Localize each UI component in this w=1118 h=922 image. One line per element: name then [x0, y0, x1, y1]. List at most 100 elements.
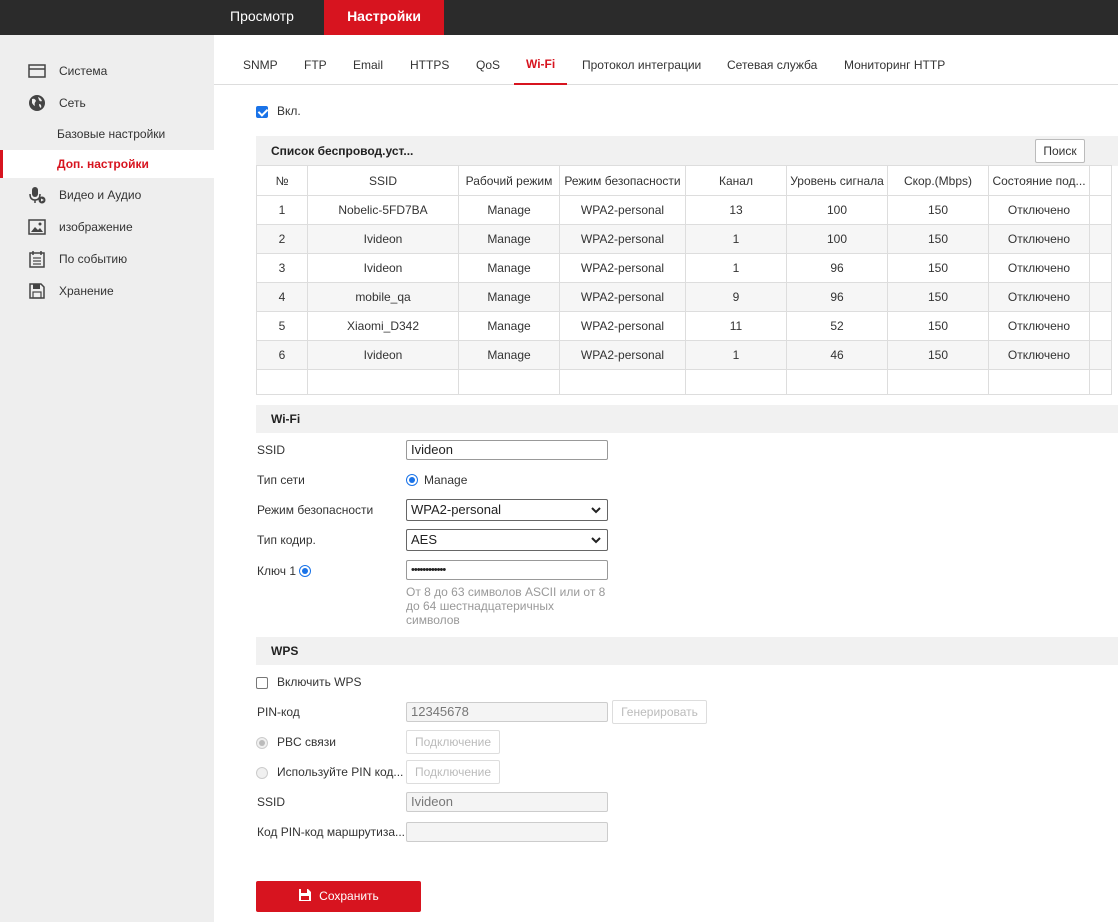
table-cell: 6	[256, 340, 308, 370]
wireless-list-title: Список беспровод.уст...	[271, 144, 414, 158]
table-cell: Manage	[458, 195, 560, 225]
table-cell: 13	[685, 195, 787, 225]
sidebar-item-label: Хранение	[59, 284, 114, 298]
table-cell: 46	[786, 340, 888, 370]
sidebar-item-network[interactable]: Сеть	[0, 88, 214, 118]
network-type-manage-radio[interactable]	[406, 474, 418, 486]
encryption-type-label: Тип кодир.	[257, 533, 316, 547]
table-cell: Manage	[458, 340, 560, 370]
network-type-label: Тип сети	[257, 473, 305, 487]
tab-email[interactable]: Email	[353, 58, 383, 72]
pin-connect-button[interactable]: Подключение	[406, 760, 500, 784]
table-cell: 150	[887, 224, 989, 254]
wps-ssid-label: SSID	[257, 795, 286, 809]
network-type-value: Manage	[424, 473, 468, 487]
table-cell: WPA2-personal	[559, 195, 686, 225]
pin-code-label: PIN-код	[257, 705, 300, 719]
wps-ssid-input[interactable]: Ivideon	[406, 792, 608, 812]
table-cell: Отключено	[988, 224, 1090, 254]
chevron-down-icon	[591, 507, 601, 514]
table-cell: 100	[786, 224, 888, 254]
column-header: Режим безопасности	[559, 165, 686, 196]
table-cell: Отключено	[988, 311, 1090, 341]
table-cell: 1	[685, 224, 787, 254]
table-row[interactable]: 2 Ivideon Manage WPA2-personal 1 100 150 Отключ…	[256, 224, 1112, 254]
pin-code-input[interactable]: 12345678	[406, 702, 608, 722]
table-cell: 1	[685, 253, 787, 283]
security-mode-value: WPA2-personal	[411, 502, 502, 517]
router-pin-input[interactable]	[406, 822, 608, 842]
key1-radio[interactable]	[299, 565, 311, 577]
tab-ftp[interactable]: FTP	[304, 58, 327, 72]
tab-network-service[interactable]: Сетевая служба	[727, 58, 817, 72]
wps-section-header: WPS	[256, 637, 1118, 665]
table-cell: Отключено	[988, 282, 1090, 312]
enable-wifi-checkbox[interactable]	[256, 106, 268, 118]
table-cell: 150	[887, 311, 989, 341]
column-header: №	[256, 165, 308, 196]
wps-section-title: WPS	[271, 644, 299, 658]
pbc-radio[interactable]	[256, 737, 268, 749]
table-row[interactable]: 5 Xiaomi_D342 Manage WPA2-personal 11 52 150 От…	[256, 311, 1112, 341]
chevron-down-icon	[591, 537, 601, 544]
table-cell	[559, 369, 686, 395]
image-icon	[28, 219, 46, 235]
table-cell	[887, 369, 989, 395]
table-cell: mobile_qa	[307, 282, 459, 312]
active-tab-underline	[514, 83, 567, 85]
table-cell: Manage	[458, 224, 560, 254]
table-row[interactable]: 1 Nobelic-5FD7BA Manage WPA2-personal 13 100 1…	[256, 195, 1112, 225]
table-row[interactable]: 4 mobile_qa Manage WPA2-personal 9 96 150 Отклю…	[256, 282, 1112, 312]
table-cell: 1	[256, 195, 308, 225]
sidebar-item-storage[interactable]: Хранение	[0, 276, 214, 306]
table-row[interactable]: 6 Ivideon Manage WPA2-personal 1 46 150 Отключе…	[256, 340, 1112, 370]
table-cell	[685, 369, 787, 395]
ssid-input[interactable]: Ivideon	[406, 440, 608, 460]
table-cell: WPA2-personal	[559, 311, 686, 341]
tab-snmp[interactable]: SNMP	[243, 58, 278, 72]
pbc-connect-button[interactable]: Подключение	[406, 730, 500, 754]
table-cell: Xiaomi_D342	[307, 311, 459, 341]
table-row[interactable]: 3 Ivideon Manage WPA2-personal 1 96 150 Отключе…	[256, 253, 1112, 283]
sidebar-item-label: Система	[59, 64, 108, 78]
table-cell: 11	[685, 311, 787, 341]
sidebar-item-image[interactable]: изображение	[0, 212, 214, 242]
table-cell: WPA2-personal	[559, 224, 686, 254]
tab-http-monitoring[interactable]: Мониторинг HTTP	[844, 58, 945, 72]
table-cell: Nobelic-5FD7BA	[307, 195, 459, 225]
use-pin-radio[interactable]	[256, 767, 268, 779]
tab-integration-protocol[interactable]: Протокол интеграции	[582, 58, 701, 72]
wireless-list-table: № SSID Рабочий режим Режим безопасности Кана…	[256, 165, 1112, 395]
table-cell: 1	[685, 340, 787, 370]
tab-wifi[interactable]: Wi-Fi	[526, 57, 555, 71]
save-button[interactable]: Сохранить	[256, 881, 421, 912]
table-cell: WPA2-personal	[559, 282, 686, 312]
nav-settings[interactable]: Настройки	[324, 0, 444, 35]
tab-https[interactable]: HTTPS	[410, 58, 449, 72]
column-header: SSID	[307, 165, 459, 196]
table-cell: Отключено	[988, 195, 1090, 225]
table-cell: 9	[685, 282, 787, 312]
floppy-icon	[29, 283, 45, 299]
enable-wifi-label: Вкл.	[277, 104, 301, 118]
enable-wps-checkbox[interactable]	[256, 677, 268, 689]
key-hint: От 8 до 63 символов ASCII или от 8 до 64…	[406, 585, 606, 627]
nav-preview[interactable]: Просмотр	[214, 0, 310, 35]
sidebar-subitem-advanced[interactable]: Доп. настройки	[0, 150, 214, 178]
tab-qos[interactable]: QoS	[476, 58, 500, 72]
table-cell: 4	[256, 282, 308, 312]
security-mode-select[interactable]: WPA2-personal	[406, 499, 608, 521]
generate-button[interactable]: Генерировать	[612, 700, 707, 724]
sidebar-item-system[interactable]: Система	[0, 56, 214, 86]
key1-input[interactable]: ••••••••••••	[406, 560, 608, 580]
table-cell: Отключено	[988, 253, 1090, 283]
table-cell-spacer	[1089, 340, 1112, 370]
monitor-icon	[28, 64, 46, 78]
encryption-type-select[interactable]: AES	[406, 529, 608, 551]
sidebar-item-event[interactable]: По событию	[0, 244, 214, 274]
sidebar-subitem-basic[interactable]: Базовые настройки	[0, 120, 214, 148]
sidebar-item-video-audio[interactable]: Видео и Аудио	[0, 180, 214, 210]
search-button[interactable]: Поиск	[1035, 139, 1085, 163]
security-mode-label: Режим безопасности	[257, 503, 374, 517]
table-cell	[458, 369, 560, 395]
